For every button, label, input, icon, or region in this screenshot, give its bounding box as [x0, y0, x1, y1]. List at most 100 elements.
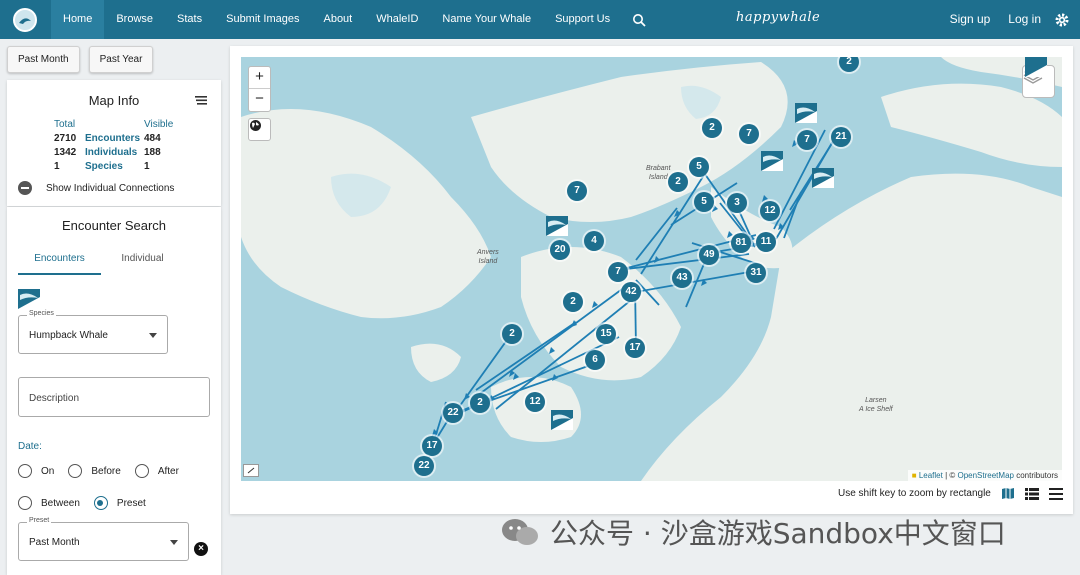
- attribution-tail: contributors: [1013, 471, 1058, 480]
- radio-before[interactable]: [68, 464, 83, 478]
- map-info-stats: Total Visible 2710 Encounters 484 1342 I…: [54, 118, 173, 174]
- map-info-panel: Map Info Total Visible 2710 Encounters 4…: [7, 80, 221, 206]
- map-cluster[interactable]: 7: [567, 181, 587, 201]
- gear-icon[interactable]: [1054, 12, 1070, 28]
- watermark-text: 公众号 · 沙盒游戏Sandbox中文窗口: [550, 517, 1006, 550]
- osm-link[interactable]: OpenStreetMap: [957, 471, 1013, 480]
- map-cluster[interactable]: 15: [596, 324, 616, 344]
- stats-label[interactable]: Species: [85, 160, 144, 174]
- map-cluster[interactable]: 31: [746, 263, 766, 283]
- preset-value: Past Month: [29, 537, 80, 548]
- photo-marker[interactable]: [551, 410, 573, 430]
- stats-visible: 188: [144, 147, 161, 158]
- nav-about[interactable]: About: [311, 0, 364, 39]
- menu-icon[interactable]: [1048, 487, 1063, 500]
- stats-label[interactable]: Encounters: [85, 132, 144, 146]
- map-cluster[interactable]: 43: [672, 268, 692, 288]
- map-cluster[interactable]: 4: [584, 231, 604, 251]
- map-cluster[interactable]: 81: [731, 233, 751, 253]
- map-cluster[interactable]: 49: [699, 245, 719, 265]
- map-cluster[interactable]: 2: [563, 292, 583, 312]
- preset-select[interactable]: Preset Past Month: [18, 517, 189, 561]
- nav-submit-images[interactable]: Submit Images: [214, 0, 311, 39]
- preset-label: Preset: [27, 517, 52, 524]
- stats-visible: 1: [144, 161, 150, 172]
- show-connections-toggle[interactable]: Show Individual Connections: [18, 181, 174, 195]
- zoom-in-button[interactable]: +: [249, 67, 270, 89]
- nav-stats[interactable]: Stats: [165, 0, 214, 39]
- map-view-icon[interactable]: [1001, 487, 1015, 500]
- radio-between[interactable]: [18, 496, 32, 510]
- map-info-title: Map Info: [88, 93, 140, 108]
- tab-encounters[interactable]: Encounters: [18, 253, 101, 275]
- map-cluster[interactable]: 12: [525, 392, 545, 412]
- map-cluster[interactable]: 7: [797, 130, 817, 150]
- map-cluster[interactable]: 12: [760, 201, 780, 221]
- map-cluster[interactable]: 21: [831, 127, 851, 147]
- map-cluster[interactable]: 20: [550, 240, 570, 260]
- radio-before-label: Before: [91, 465, 121, 477]
- map-cluster[interactable]: 6: [585, 350, 605, 370]
- logo-icon[interactable]: [13, 7, 37, 32]
- zoom-control: + −: [248, 66, 271, 112]
- map-cluster[interactable]: 3: [727, 193, 747, 213]
- map-attribution: ■ Leaflet | © OpenStreetMap contributors: [907, 470, 1062, 481]
- photo-marker[interactable]: [761, 151, 783, 171]
- photo-marker[interactable]: [1025, 57, 1047, 77]
- stats-label[interactable]: Individuals: [85, 146, 144, 160]
- show-connections-label: Show Individual Connections: [46, 182, 175, 194]
- past-month-button[interactable]: Past Month: [7, 46, 80, 73]
- map-cluster[interactable]: 2: [702, 118, 722, 138]
- map-cluster[interactable]: 17: [422, 436, 442, 456]
- nav-home[interactable]: Home: [51, 0, 105, 39]
- zoom-out-button[interactable]: −: [249, 89, 270, 111]
- zoom-hint-text: Use shift key to zoom by rectangle: [838, 488, 991, 499]
- login-link[interactable]: Log in: [999, 0, 1050, 39]
- map-cluster[interactable]: 17: [625, 338, 645, 358]
- tab-individual[interactable]: Individual: [101, 253, 184, 275]
- radio-between-label: Between: [41, 497, 80, 509]
- nav-name-your-whale[interactable]: Name Your Whale: [430, 0, 543, 39]
- map-cluster[interactable]: 7: [739, 124, 759, 144]
- radio-after-label: After: [157, 465, 179, 477]
- nav-support-us[interactable]: Support Us: [543, 0, 622, 39]
- toggle-knob[interactable]: [18, 181, 32, 195]
- radio-after[interactable]: [134, 464, 149, 478]
- map-cluster[interactable]: 2: [470, 393, 490, 413]
- radio-preset[interactable]: [93, 496, 108, 510]
- map-cluster[interactable]: 5: [689, 157, 709, 177]
- list-view-icon[interactable]: [1024, 487, 1039, 500]
- radio-on[interactable]: [18, 464, 32, 478]
- leaflet-link[interactable]: Leaflet: [919, 471, 943, 480]
- map-cluster[interactable]: 7: [608, 262, 628, 282]
- map-label-larsen: Larsen A Ice Shelf: [859, 397, 893, 413]
- clear-preset-icon[interactable]: ×: [194, 542, 208, 556]
- map-view[interactable]: + − Brabant Island Anvers Island Larsen …: [241, 57, 1062, 481]
- globe-icon[interactable]: [248, 118, 271, 141]
- photo-marker[interactable]: [546, 216, 568, 236]
- signup-link[interactable]: Sign up: [941, 0, 1000, 39]
- species-select[interactable]: Species Humpback Whale: [18, 310, 168, 354]
- map-cluster[interactable]: 2: [502, 324, 522, 344]
- search-icon[interactable]: [632, 13, 646, 27]
- map-cluster[interactable]: 5: [694, 192, 714, 212]
- map-cluster[interactable]: 42: [621, 282, 641, 302]
- stats-total: 1: [54, 161, 60, 172]
- stats-visible: 484: [144, 133, 161, 144]
- past-year-button[interactable]: Past Year: [88, 46, 154, 73]
- rectangle-zoom-icon[interactable]: [243, 464, 259, 477]
- photo-marker[interactable]: [812, 168, 834, 188]
- map-cluster[interactable]: 2: [668, 172, 688, 192]
- map-cluster[interactable]: 22: [414, 456, 434, 476]
- nav-whaleid[interactable]: WhaleID: [364, 0, 430, 39]
- map-cluster[interactable]: 11: [756, 232, 776, 252]
- photo-marker[interactable]: [795, 103, 817, 123]
- nav-browse[interactable]: Browse: [104, 0, 165, 39]
- map-label-brabant: Brabant Island: [646, 165, 671, 181]
- brand-wordmark[interactable]: happywhale: [736, 10, 820, 25]
- encounter-search-title: Encounter Search: [61, 218, 167, 233]
- chevron-down-icon: [149, 333, 157, 338]
- map-cluster[interactable]: 22: [443, 403, 463, 423]
- description-input[interactable]: Description: [18, 377, 210, 417]
- menu-icon[interactable]: [195, 96, 207, 105]
